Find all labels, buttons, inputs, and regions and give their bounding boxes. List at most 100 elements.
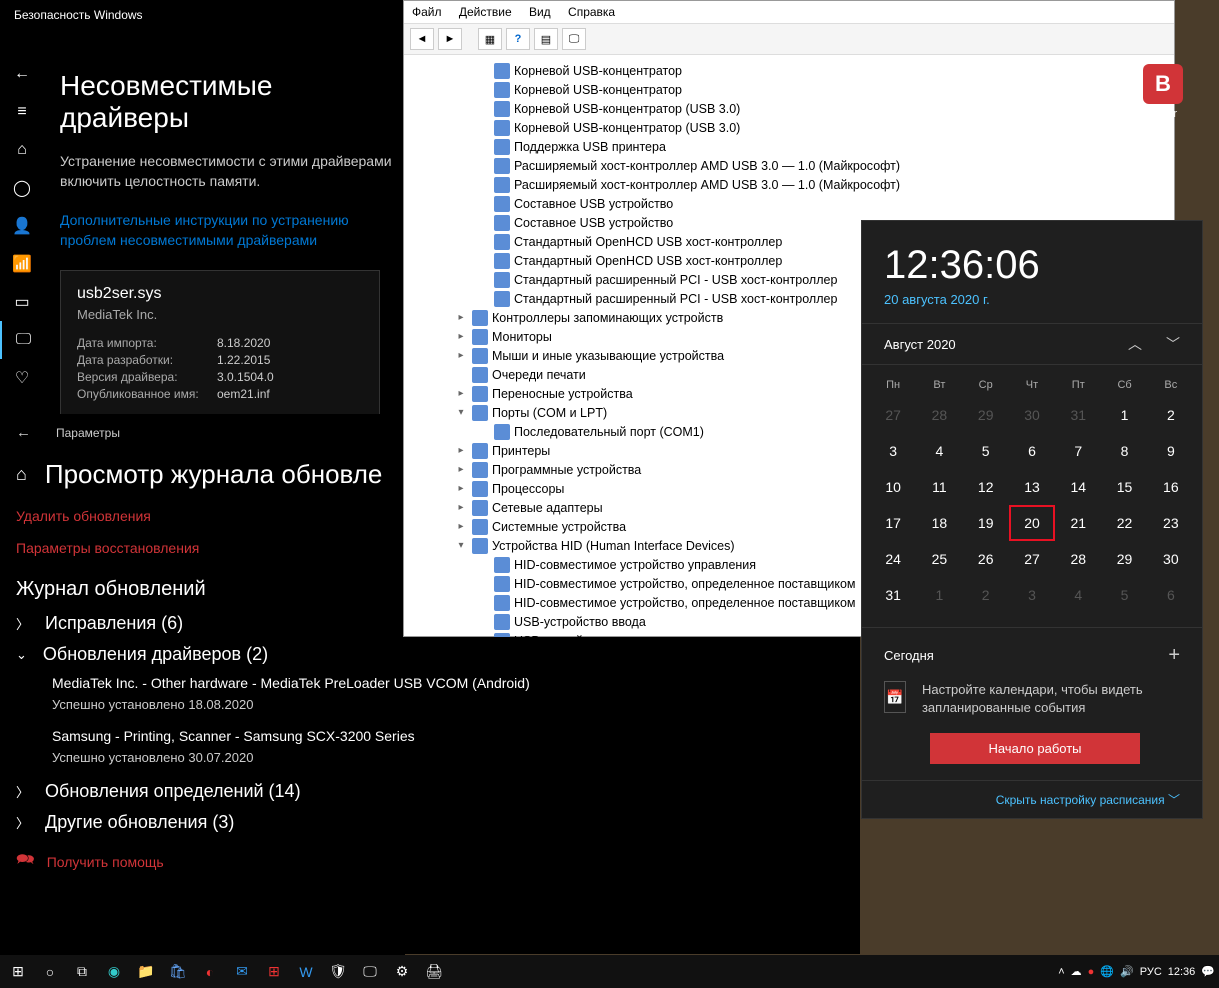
tree-node[interactable]: Составное USB устройство: [424, 194, 1174, 213]
calendar-day[interactable]: 1: [916, 577, 962, 613]
calendar-day[interactable]: 2: [963, 577, 1009, 613]
calendar-day[interactable]: 4: [1055, 577, 1101, 613]
calendar-day[interactable]: 26: [963, 541, 1009, 577]
section-other[interactable]: 〉Другие обновления (3): [16, 812, 844, 833]
calendar-day[interactable]: 11: [916, 469, 962, 505]
printer-icon[interactable]: 🖨: [420, 958, 448, 986]
calendar-day[interactable]: 8: [1101, 433, 1147, 469]
expander-icon[interactable]: ▾: [454, 407, 468, 418]
section-drivers[interactable]: ⌄Обновления драйверов (2): [16, 644, 844, 665]
tree-node[interactable]: Поддержка USB принтера: [424, 137, 1174, 156]
taskview-icon[interactable]: ⧉: [68, 958, 96, 986]
properties-button[interactable]: ▤: [534, 28, 558, 50]
calendar-day[interactable]: 6: [1009, 433, 1055, 469]
home-icon[interactable]: ⌂: [0, 131, 44, 169]
device-icon[interactable]: 🖵: [0, 321, 46, 359]
shield-icon[interactable]: ◯: [0, 169, 44, 207]
word-icon[interactable]: W: [292, 958, 320, 986]
calendar-day[interactable]: 25: [916, 541, 962, 577]
calendar-day[interactable]: 24: [870, 541, 916, 577]
expander-icon[interactable]: ▸: [454, 445, 468, 456]
breadcrumb[interactable]: Параметры: [56, 426, 120, 440]
get-help-link[interactable]: 🗪Получить помощь: [16, 849, 844, 874]
calendar-day[interactable]: 16: [1148, 469, 1194, 505]
volume-icon[interactable]: 🔊: [1120, 965, 1134, 978]
clock-date[interactable]: 20 августа 2020 г.: [862, 292, 1202, 323]
calendar-day[interactable]: 13: [1009, 469, 1055, 505]
bitdefender-shortcut[interactable]: B ender: [1133, 64, 1193, 120]
menu-help[interactable]: Справка: [568, 5, 615, 19]
home-icon[interactable]: ⌂: [16, 464, 27, 485]
devicemgr-icon[interactable]: 🖵: [356, 958, 384, 986]
calendar-day[interactable]: 5: [963, 433, 1009, 469]
family-icon[interactable]: ♡: [0, 359, 44, 397]
office-icon[interactable]: ⊞: [260, 958, 288, 986]
expander-icon[interactable]: ▸: [454, 483, 468, 494]
calendar-day[interactable]: 3: [1009, 577, 1055, 613]
section-definitions[interactable]: 〉Обновления определений (14): [16, 781, 844, 802]
expander-icon[interactable]: ▸: [454, 464, 468, 475]
calendar-day[interactable]: 22: [1101, 505, 1147, 541]
calendar-day[interactable]: 15: [1101, 469, 1147, 505]
get-started-button[interactable]: Начало работы: [930, 733, 1140, 764]
calendar-day[interactable]: 4: [916, 433, 962, 469]
calendar-day[interactable]: 18: [916, 505, 962, 541]
calendar-day[interactable]: 1: [1101, 397, 1147, 433]
edge-icon[interactable]: ◉: [100, 958, 128, 986]
calendar-day[interactable]: 9: [1148, 433, 1194, 469]
help-link[interactable]: Дополнительные инструкции по устранению …: [60, 211, 405, 250]
calendar-day[interactable]: 29: [1101, 541, 1147, 577]
expander-icon[interactable]: ▸: [454, 312, 468, 323]
calendar-day[interactable]: 28: [1055, 541, 1101, 577]
expander-icon[interactable]: ▸: [454, 502, 468, 513]
explorer-icon[interactable]: 📁: [132, 958, 160, 986]
account-icon[interactable]: 👤: [0, 207, 44, 245]
language-indicator[interactable]: РУС: [1140, 966, 1162, 978]
tree-node[interactable]: Корневой USB-концентратор (USB 3.0): [424, 118, 1174, 137]
onedrive-icon[interactable]: ☁: [1071, 965, 1082, 978]
menu-file[interactable]: Файл: [412, 5, 442, 19]
tree-node[interactable]: Корневой USB-концентратор: [424, 61, 1174, 80]
expander-icon[interactable]: ▾: [454, 540, 468, 551]
expander-icon[interactable]: ▸: [454, 331, 468, 342]
back-icon[interactable]: ←: [0, 55, 44, 93]
calendar-day[interactable]: 6: [1148, 577, 1194, 613]
mail-icon[interactable]: ✉: [228, 958, 256, 986]
calendar-day[interactable]: 29: [963, 397, 1009, 433]
calendar-day[interactable]: 7: [1055, 433, 1101, 469]
month-label[interactable]: Август 2020: [884, 337, 956, 352]
tree-node[interactable]: Расширяемый хост-контроллер AMD USB 3.0 …: [424, 175, 1174, 194]
settings-icon[interactable]: ⚙: [388, 958, 416, 986]
firewall-icon[interactable]: 📶: [0, 245, 44, 283]
back-button[interactable]: ◄: [410, 28, 434, 50]
calendar-day[interactable]: 17: [870, 505, 916, 541]
calendar-day[interactable]: 19: [963, 505, 1009, 541]
calendar-day[interactable]: 31: [1055, 397, 1101, 433]
hide-agenda-link[interactable]: Скрыть настройку расписания ﹀: [862, 780, 1202, 818]
expander-icon[interactable]: ▸: [454, 350, 468, 361]
expander-icon[interactable]: ▸: [454, 388, 468, 399]
calendar-day[interactable]: 12: [963, 469, 1009, 505]
add-event-button[interactable]: +: [1168, 644, 1180, 667]
calendar-day[interactable]: 21: [1055, 505, 1101, 541]
bitdefender-tray-icon[interactable]: ●: [1088, 966, 1095, 978]
expander-icon[interactable]: ▸: [454, 521, 468, 532]
forward-button[interactable]: ►: [438, 28, 462, 50]
menu-action[interactable]: Действие: [459, 5, 512, 19]
search-icon[interactable]: ○: [36, 958, 64, 986]
app-icon[interactable]: ▭: [0, 283, 44, 321]
start-button[interactable]: ⊞: [4, 958, 32, 986]
calendar-day[interactable]: 14: [1055, 469, 1101, 505]
prev-month-button[interactable]: ︿: [1128, 334, 1142, 354]
calendar-day[interactable]: 30: [1148, 541, 1194, 577]
calendar-day[interactable]: 27: [870, 397, 916, 433]
app-icon[interactable]: ◐: [196, 958, 224, 986]
calendar-day[interactable]: 5: [1101, 577, 1147, 613]
calendar-day[interactable]: 31: [870, 577, 916, 613]
show-hide-button[interactable]: ▦: [478, 28, 502, 50]
security-icon[interactable]: 🛡: [324, 958, 352, 986]
notifications-icon[interactable]: 💬: [1201, 965, 1215, 978]
help-button[interactable]: ?: [506, 28, 530, 50]
calendar-day[interactable]: 23: [1148, 505, 1194, 541]
clock[interactable]: 12:36: [1168, 966, 1196, 978]
